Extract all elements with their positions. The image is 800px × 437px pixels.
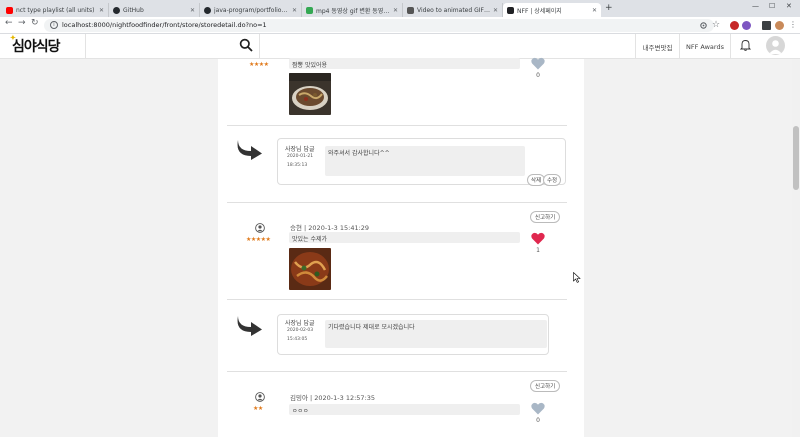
star-rating: ★★ — [253, 405, 263, 412]
tab-title: java-program/portfolio_image — [214, 6, 289, 14]
maximize-button[interactable]: ☐ — [769, 2, 775, 10]
url-text: localhost:8000/nightfoodfinder/front/sto… — [62, 21, 267, 29]
review-food-image[interactable] — [289, 73, 331, 115]
food-photo-icon — [289, 248, 331, 290]
review-text-content: 맛있는 수제가 — [292, 236, 328, 243]
minimize-button[interactable]: — — [752, 2, 759, 10]
user-icon — [255, 223, 265, 233]
tab-github[interactable]: GitHub ✕ — [109, 3, 200, 17]
tab-title: GitHub — [123, 6, 144, 14]
info-icon[interactable]: i — [50, 21, 58, 29]
naver-icon — [306, 6, 313, 14]
review-list — [218, 59, 584, 437]
address-bar[interactable]: i localhost:8000/nightfoodfinder/front/s… — [44, 19, 714, 32]
tab-gif-converter-kr[interactable]: mp4 동영상 gif 변환 동영 만들 ✕ — [302, 3, 403, 17]
logo-text: 심야식당 — [12, 39, 61, 55]
forward-button[interactable]: → — [18, 18, 26, 28]
review-author-date: 승현 | 2020-1-3 15:41:29 — [290, 224, 370, 232]
like-count: 1 — [536, 247, 540, 254]
close-icon[interactable]: ✕ — [99, 7, 104, 14]
tab-store-detail[interactable]: NFF | 상세페이지 ✕ — [503, 3, 601, 17]
review-text-content: ㅇㅇㅇ — [292, 408, 309, 415]
tab-video-to-gif[interactable]: Video to animated GIF converter✕ — [403, 3, 503, 17]
reply-time-value: 18:35:13 — [287, 163, 308, 168]
tab-title: Video to animated GIF converter — [417, 6, 490, 14]
youtube-icon — [6, 6, 13, 14]
extension-icon[interactable] — [730, 21, 739, 30]
nav-nearby-restaurants[interactable]: 내주변맛집 — [635, 34, 679, 59]
search-icon[interactable] — [239, 38, 253, 52]
review-text: ㅇㅇㅇ — [289, 404, 520, 415]
reply-text: 기다렸습니다 제대로 모시겠습니다 — [325, 320, 547, 348]
report-button[interactable]: 신고하기 — [530, 211, 561, 223]
cast-icon[interactable] — [762, 21, 771, 30]
star-rating: ★★★★ — [249, 61, 269, 68]
report-button[interactable]: 신고하기 — [530, 380, 561, 392]
reply-text-content: 기다렸습니다 제대로 모시겠습니다 — [328, 324, 415, 331]
nav-nff-awards[interactable]: NFF Awards — [679, 34, 731, 59]
like-count: 0 — [536, 417, 540, 424]
reload-button[interactable]: ↻ — [31, 18, 39, 28]
new-tab-button[interactable]: + — [605, 3, 613, 13]
like-heart-icon[interactable] — [531, 57, 545, 70]
tab-title: NFF | 상세페이지 — [517, 7, 562, 15]
page-scrollbar[interactable] — [792, 59, 800, 437]
site-logo[interactable]: ✦ 심야식당 — [10, 33, 61, 56]
star-rating: ★★★★★ — [246, 236, 271, 243]
sparkle-icon: ✦ — [10, 33, 16, 42]
tab-portfolio[interactable]: java-program/portfolio_image✕ — [200, 3, 302, 17]
reply-time-value: 15:43:05 — [287, 337, 308, 342]
review-food-image[interactable] — [289, 248, 331, 290]
menu-icon[interactable]: ⋮ — [789, 20, 798, 29]
like-heart-icon[interactable] — [531, 232, 545, 245]
review-author-date: 김밍아 | 2020-1-3 12:57:35 — [290, 394, 376, 402]
reply-text-content: 와주셔서 감사합니다^^ — [328, 150, 390, 157]
reply-arrow-icon — [237, 140, 262, 160]
reply-arrow-icon — [237, 316, 262, 336]
reply-text: 와주셔서 감사합니다^^ — [325, 146, 525, 176]
bell-icon[interactable] — [740, 39, 751, 51]
tab-title: nct type playlist (all units) — [16, 6, 95, 14]
nff-icon — [507, 6, 514, 14]
search-input[interactable] — [85, 34, 260, 59]
review-divider — [227, 371, 567, 372]
food-photo-icon — [289, 73, 331, 115]
reply-date-value: 2020-01-21 — [287, 154, 314, 159]
page-icon — [407, 6, 414, 14]
profile-icon[interactable] — [775, 21, 784, 30]
nav-label: NFF Awards — [686, 42, 724, 51]
nav-label: 내주변맛집 — [642, 43, 673, 52]
extension-icon[interactable] — [742, 21, 751, 30]
review-divider — [227, 125, 567, 126]
like-count: 0 — [536, 72, 540, 79]
review-text: 맛있는 수제가 — [289, 232, 520, 243]
like-heart-icon[interactable] — [531, 402, 545, 415]
location-icon[interactable] — [699, 21, 708, 30]
review-divider — [227, 299, 567, 300]
scrollbar-thumb[interactable] — [793, 126, 799, 190]
mouse-cursor-icon — [573, 272, 581, 283]
user-avatar[interactable] — [766, 36, 785, 55]
close-icon[interactable]: ✕ — [592, 7, 597, 14]
github-icon — [204, 6, 211, 14]
close-icon[interactable]: ✕ — [190, 7, 195, 14]
edit-button[interactable]: 수정 — [543, 174, 562, 186]
close-icon[interactable]: ✕ — [493, 7, 498, 14]
back-button[interactable]: ← — [5, 18, 13, 28]
reply-date-value: 2020-02-03 — [287, 328, 314, 333]
user-icon — [769, 40, 782, 54]
review-text-content: 짬뽕 맛있어용 — [292, 62, 328, 69]
close-icon[interactable]: ✕ — [393, 7, 398, 14]
close-window-button[interactable]: ✕ — [786, 2, 792, 10]
user-icon — [255, 392, 265, 402]
close-icon[interactable]: ✕ — [292, 7, 297, 14]
reply-date: 2020-01-21 18:35:13 — [287, 152, 313, 170]
reply-date: 2020-02-03 15:43:05 — [287, 326, 313, 344]
tab-title: mp4 동영상 gif 변환 동영 만들 — [316, 7, 390, 15]
review-divider — [227, 202, 567, 203]
tab-youtube[interactable]: nct type playlist (all units) ✕ — [2, 3, 109, 17]
review-text: 짬뽕 맛있어용 — [289, 58, 520, 69]
star-bookmark-icon[interactable]: ☆ — [712, 20, 721, 30]
github-icon — [113, 6, 120, 14]
